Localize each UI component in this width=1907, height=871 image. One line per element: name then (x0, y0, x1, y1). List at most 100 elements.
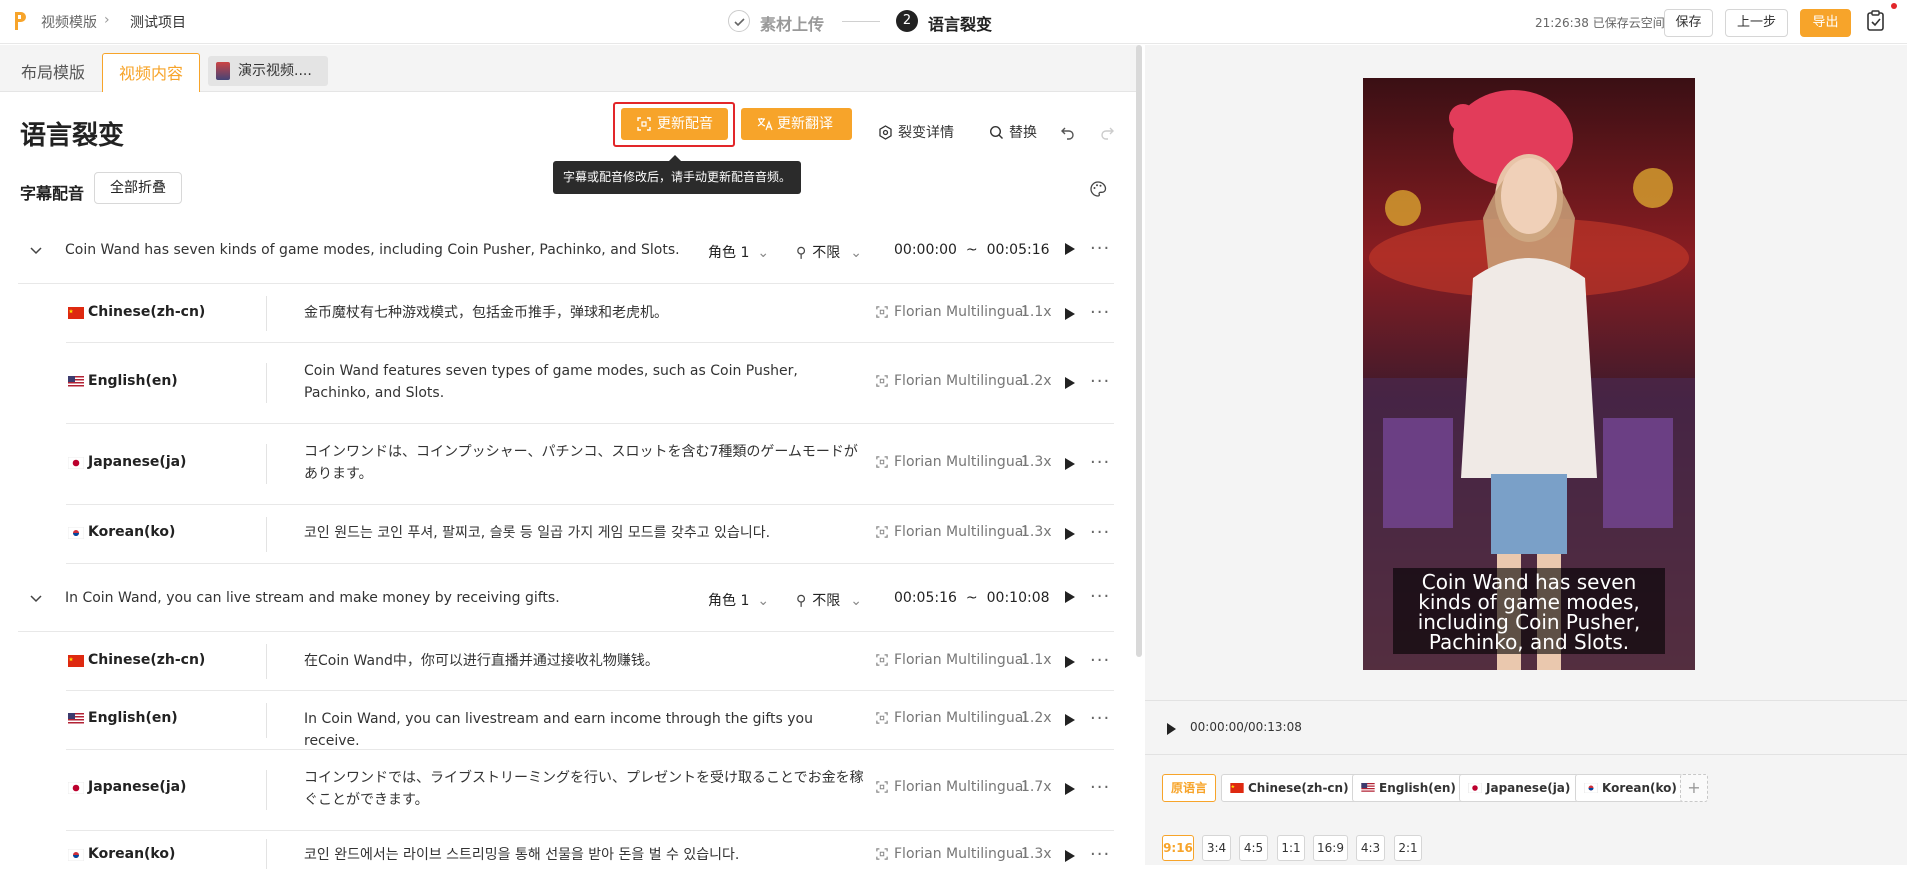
collapse-all-button[interactable]: 全部折叠 (94, 172, 182, 204)
ratio-option[interactable]: 4:3 (1356, 835, 1385, 861)
lang-chip-original[interactable]: 原语言 (1162, 774, 1217, 802)
translation-row[interactable]: Chinese(zh-cn) 金币魔杖有七种游戏模式，包括金币推手，弹球和老虎机… (66, 284, 1114, 343)
ratio-option[interactable]: 3:4 (1202, 835, 1231, 861)
breadcrumb-template[interactable]: 视频模版 (41, 12, 97, 32)
limit-select[interactable]: ⚲ 不限 ⌄ (796, 242, 862, 262)
speed-value[interactable]: 1.1x (1021, 652, 1052, 668)
translation-text[interactable]: 코인 원드는 코인 푸셔, 팔찌코, 슬롯 등 일곱 가지 게임 모드를 갖추고… (304, 522, 864, 544)
play-icon[interactable] (1065, 783, 1075, 795)
speed-value[interactable]: 1.2x (1021, 710, 1052, 726)
voice-select[interactable]: Florian Multilingual (876, 652, 1027, 668)
play-icon[interactable] (1065, 591, 1075, 603)
ratio-option[interactable]: 16:9 (1313, 835, 1348, 861)
translation-row[interactable]: Japanese(ja) コインワンドは、コインプッシャー、パチンコ、スロットを… (66, 424, 1114, 505)
more-options-icon[interactable]: ··· (1090, 586, 1110, 607)
ratio-option[interactable]: 1:1 (1277, 835, 1305, 861)
sentence-text[interactable]: Coin Wand has seven kinds of game modes,… (65, 242, 680, 258)
fission-detail-button[interactable]: 裂变详情 (878, 123, 954, 143)
voice-select[interactable]: Florian Multilingual (876, 779, 1027, 795)
video-preview[interactable]: Coin Wand has seven kinds of game modes,… (1363, 78, 1695, 670)
speed-value[interactable]: 1.3x (1021, 454, 1052, 470)
more-options-icon[interactable]: ··· (1090, 371, 1110, 392)
translation-text[interactable]: In Coin Wand, you can livestream and ear… (304, 708, 864, 752)
tab-layout-template[interactable]: 布局模版 (8, 53, 98, 92)
task-list-icon[interactable] (1866, 10, 1886, 32)
translation-text[interactable]: Coin Wand features seven types of game m… (304, 360, 864, 404)
translation-text[interactable]: 코인 완드에서는 라이브 스트리밍을 통해 선물을 받아 돈을 벌 수 있습니다… (304, 844, 864, 866)
sentence-group-row[interactable]: In Coin Wand, you can live stream and ma… (18, 569, 1114, 632)
tab-demo-video[interactable]: 演示视频.... (208, 56, 328, 86)
replace-button[interactable]: 替换 (989, 123, 1037, 143)
translation-text[interactable]: 金币魔杖有七种游戏模式，包括金币推手，弹球和老虎机。 (304, 302, 864, 324)
voice-select[interactable]: Florian Multilingual (876, 846, 1027, 862)
translation-text[interactable]: コインワンドでは、ライブストリーミングを行い、プレゼントを受け取ることでお金を稼… (304, 767, 864, 811)
undo-icon[interactable] (1060, 125, 1075, 140)
play-icon[interactable] (1065, 377, 1075, 389)
prev-step-button[interactable]: 上一步 (1725, 9, 1788, 37)
time-range[interactable]: 00:00:00 ~00:05:16 (894, 242, 1050, 258)
translation-row[interactable]: Korean(ko) 코인 원드는 코인 푸셔, 팔찌코, 슬롯 등 일곱 가지… (66, 505, 1114, 564)
play-icon[interactable] (1167, 723, 1176, 735)
us-flag-icon (1361, 783, 1375, 793)
lang-chip-chinese[interactable]: Chinese(zh-cn) (1221, 774, 1358, 802)
translation-row[interactable]: English(en) Coin Wand features seven typ… (66, 343, 1114, 424)
step-fission-label[interactable]: 语言裂变 (928, 11, 992, 35)
tab-video-content[interactable]: 视频内容 (102, 53, 200, 92)
scrollbar[interactable] (1136, 45, 1142, 657)
ratio-option[interactable]: 9:16 (1162, 835, 1194, 861)
speed-value[interactable]: 1.2x (1021, 373, 1052, 389)
translation-row[interactable]: English(en) In Coin Wand, you can livest… (66, 691, 1114, 750)
update-dub-button[interactable]: 更新配音 (621, 108, 728, 140)
limit-icon: ⚲ (796, 593, 807, 609)
lang-chip-english[interactable]: English(en) (1352, 774, 1465, 802)
role-select[interactable]: 角色 1 ⌄ (708, 590, 769, 610)
speed-value[interactable]: 1.7x (1021, 779, 1052, 795)
update-translate-button[interactable]: 更新翻译 (741, 108, 852, 140)
speed-value[interactable]: 1.1x (1021, 304, 1052, 320)
voice-select[interactable]: Florian Multilingual (876, 373, 1027, 389)
role-select[interactable]: 角色 1 ⌄ (708, 242, 769, 262)
more-options-icon[interactable]: ··· (1090, 708, 1110, 729)
play-icon[interactable] (1065, 308, 1075, 320)
palette-icon[interactable] (1089, 180, 1107, 198)
play-icon[interactable] (1065, 528, 1075, 540)
sentence-group-row[interactable]: Coin Wand has seven kinds of game modes,… (18, 221, 1114, 284)
time-range[interactable]: 00:05:16 ~00:10:08 (894, 590, 1050, 606)
translation-text[interactable]: 在Coin Wand中，你可以进行直播并通过接收礼物赚钱。 (304, 650, 864, 672)
more-options-icon[interactable]: ··· (1090, 650, 1110, 671)
ratio-option[interactable]: 2:1 (1394, 835, 1422, 861)
play-icon[interactable] (1065, 714, 1075, 726)
limit-select[interactable]: ⚲ 不限 ⌄ (796, 590, 862, 610)
sentence-text[interactable]: In Coin Wand, you can live stream and ma… (65, 590, 560, 606)
translation-row[interactable]: Japanese(ja) コインワンドでは、ライブストリーミングを行い、プレゼン… (66, 750, 1114, 831)
lang-chip-korean[interactable]: Korean(ko) (1575, 774, 1686, 802)
play-icon[interactable] (1065, 850, 1075, 862)
save-button[interactable]: 保存 (1664, 9, 1713, 37)
more-options-icon[interactable]: ··· (1090, 777, 1110, 798)
play-icon[interactable] (1065, 458, 1075, 470)
voice-select[interactable]: Florian Multilingual (876, 304, 1027, 320)
translation-row[interactable]: Chinese(zh-cn) 在Coin Wand中，你可以进行直播并通过接收礼… (66, 632, 1114, 691)
add-language-icon[interactable]: + (1680, 774, 1708, 802)
voice-select[interactable]: Florian Multilingual (876, 454, 1027, 470)
translation-row[interactable]: Korean(ko) 코인 완드에서는 라이브 스트리밍을 통해 선물을 받아 … (66, 831, 1114, 871)
more-options-icon[interactable]: ··· (1090, 302, 1110, 323)
play-icon[interactable] (1065, 243, 1075, 255)
speed-value[interactable]: 1.3x (1021, 524, 1052, 540)
more-options-icon[interactable]: ··· (1090, 522, 1110, 543)
lang-chip-japanese[interactable]: Japanese(ja) (1459, 774, 1580, 802)
play-icon[interactable] (1065, 656, 1075, 668)
redo-icon[interactable] (1100, 125, 1115, 140)
more-options-icon[interactable]: ··· (1090, 844, 1110, 865)
translation-text[interactable]: コインワンドは、コインプッシャー、パチンコ、スロットを含む7種類のゲームモードが… (304, 441, 864, 485)
voice-select[interactable]: Florian Multilingual (876, 710, 1027, 726)
more-options-icon[interactable]: ··· (1090, 452, 1110, 473)
voice-select[interactable]: Florian Multilingual (876, 524, 1027, 540)
step-upload-label[interactable]: 素材上传 (760, 11, 824, 35)
more-options-icon[interactable]: ··· (1090, 238, 1110, 259)
export-button[interactable]: 导出 (1800, 9, 1851, 37)
chevron-down-icon[interactable] (30, 247, 42, 255)
ratio-option[interactable]: 4:5 (1239, 835, 1268, 861)
chevron-down-icon[interactable] (30, 595, 42, 603)
speed-value[interactable]: 1.3x (1021, 846, 1052, 862)
